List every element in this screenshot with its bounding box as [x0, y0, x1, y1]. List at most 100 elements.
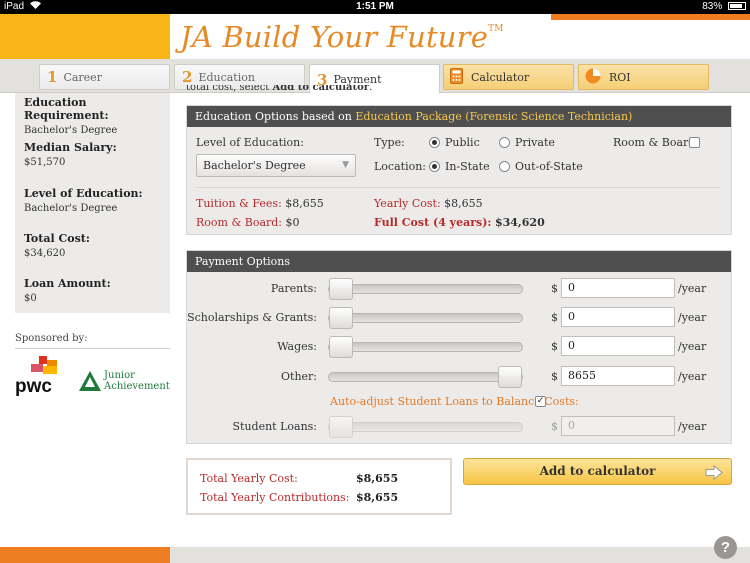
level-of-education-select[interactable]: Bachelor's Degree ▼ — [196, 154, 356, 177]
location-outstate-radio[interactable] — [499, 161, 510, 172]
arrow-right-icon — [705, 464, 723, 489]
other-slider[interactable] — [328, 366, 523, 388]
other-label: Other: — [281, 370, 317, 383]
scholarships-label: Scholarships & Grants: — [187, 311, 317, 324]
other-slider-thumb[interactable] — [498, 366, 522, 388]
per-year-label: /year — [678, 311, 707, 324]
chevron-down-icon: ▼ — [342, 160, 349, 170]
scholarships-slider[interactable] — [328, 307, 523, 329]
student-loans-input: 0 — [561, 416, 675, 436]
app-title: JA Build Your FutureTM — [180, 20, 504, 54]
tab-career-label: Career — [63, 70, 102, 84]
payment-options-header: Payment Options — [187, 251, 731, 272]
wages-slider-thumb[interactable] — [329, 336, 353, 358]
status-battery: 83% — [702, 0, 746, 14]
app-title-text: JA Build Your Future — [180, 20, 489, 54]
student-loans-slider-thumb — [329, 416, 353, 438]
education-options-title: Education Options based on — [195, 110, 356, 123]
currency-symbol: $ — [551, 311, 558, 324]
pie-chart-icon — [585, 68, 601, 87]
currency-symbol: $ — [551, 340, 558, 353]
instruction-bold: Add to calculator — [272, 85, 370, 93]
per-year-label: /year — [678, 370, 707, 383]
location-label: Location: — [374, 160, 426, 173]
summary-total-cost: Total Cost: $34,620 — [24, 232, 90, 259]
battery-icon — [728, 2, 746, 11]
room-board-value: $0 — [285, 216, 300, 229]
parents-input[interactable]: 0 — [561, 278, 675, 298]
location-instate-radio[interactable] — [429, 161, 440, 172]
summary-label: Median Salary: — [24, 141, 117, 154]
room-board-checkbox[interactable] — [689, 137, 700, 148]
full-cost-value: $34,620 — [494, 216, 545, 229]
total-yearly-contributions-label: Total Yearly Contributions: — [200, 491, 350, 504]
type-public-label: Public — [445, 136, 480, 149]
summary-loan-amount: Loan Amount: $0 — [24, 277, 111, 304]
payment-options-panel: Payment Options Parents: $ 0 /year Schol… — [186, 250, 732, 444]
parents-slider[interactable] — [328, 278, 523, 300]
room-board-label: Room & Board: — [196, 216, 283, 229]
summary-value: $51,570 — [24, 157, 66, 168]
instruction-prefix: total cost, select — [186, 85, 273, 93]
education-options-panel: Education Options based on Education Pac… — [186, 105, 732, 235]
summary-value: $0 — [24, 293, 37, 304]
junior-achievement-logo: Junior Achievement — [78, 370, 170, 396]
junior-achievement-mark-icon — [79, 371, 101, 391]
education-options-header: Education Options based on Education Pac… — [187, 106, 731, 127]
trademark-mark: TM — [488, 24, 504, 34]
total-yearly-contributions-value: $8,655 — [356, 491, 399, 504]
student-loans-slider — [328, 416, 523, 438]
type-private-radio[interactable] — [499, 137, 510, 148]
room-board-option-label: Room & Board: — [613, 136, 700, 149]
auto-adjust-checkbox[interactable]: ✓ — [535, 396, 546, 407]
wages-slider[interactable] — [328, 336, 523, 358]
summary-sidebar: Education Requirement: Bachelor's Degree… — [15, 93, 170, 313]
ja-line2: Achievement — [104, 381, 170, 392]
parents-slider-thumb[interactable] — [329, 278, 353, 300]
education-package-link[interactable]: Education Package (Forensic Science Tech… — [355, 110, 632, 123]
help-button[interactable]: ? — [714, 536, 737, 559]
total-yearly-cost-value: $8,655 — [356, 472, 399, 485]
yearly-cost-row: Yearly Cost: $8,655 — [374, 197, 483, 210]
battery-percent: 83% — [702, 1, 723, 12]
currency-symbol: $ — [551, 420, 558, 433]
location-outstate-label: Out-of-State — [515, 160, 583, 173]
yearly-cost-value: $8,655 — [444, 197, 483, 210]
per-year-label: /year — [678, 340, 707, 353]
add-to-calculator-button[interactable]: Add to calculator — [463, 458, 732, 485]
add-to-calculator-label: Add to calculator — [539, 464, 656, 478]
level-of-education-value: Bachelor's Degree — [203, 159, 306, 172]
tab-roi-label: ROI — [609, 70, 631, 84]
header-accent-strip — [551, 14, 750, 20]
per-year-label: /year — [678, 420, 707, 433]
summary-label: Level of Education: — [24, 187, 143, 200]
pwc-wordmark: pwc — [15, 376, 52, 397]
footer-accent — [0, 547, 170, 563]
instruction-text: total cost, select Add to calculator. — [186, 85, 732, 98]
tab-education-number: 2 — [182, 68, 193, 86]
parents-label: Parents: — [270, 282, 317, 295]
pwc-mark-icon — [31, 356, 57, 374]
other-input[interactable]: 8655 — [561, 366, 675, 386]
status-bar: iPad 1:51 PM 83% — [0, 0, 750, 14]
tab-career-number: 1 — [47, 68, 58, 86]
tab-career[interactable]: 1 Career — [39, 64, 170, 90]
footer-bar — [170, 547, 750, 563]
calculator-icon — [450, 67, 463, 87]
wages-label: Wages: — [277, 340, 317, 353]
type-public-radio[interactable] — [429, 137, 440, 148]
tuition-row: Tuition & Fees: $8,655 — [196, 197, 324, 210]
wages-input[interactable]: 0 — [561, 336, 675, 356]
summary-value: $34,620 — [24, 248, 66, 259]
instruction-suffix: . — [369, 85, 373, 93]
sponsor-divider — [15, 348, 170, 349]
scholarships-input[interactable]: 0 — [561, 307, 675, 327]
scholarships-slider-thumb[interactable] — [329, 307, 353, 329]
summary-education-requirement: Education Requirement: Bachelor's Degree — [24, 96, 170, 136]
header-accent-block — [0, 14, 170, 59]
full-cost-row: Full Cost (4 years): $34,620 — [374, 216, 545, 229]
currency-symbol: $ — [551, 370, 558, 383]
totals-box: Total Yearly Cost: $8,655 Total Yearly C… — [186, 458, 452, 515]
summary-median-salary: Median Salary: $51,570 — [24, 141, 117, 168]
tab-education-label: Education — [198, 70, 255, 84]
